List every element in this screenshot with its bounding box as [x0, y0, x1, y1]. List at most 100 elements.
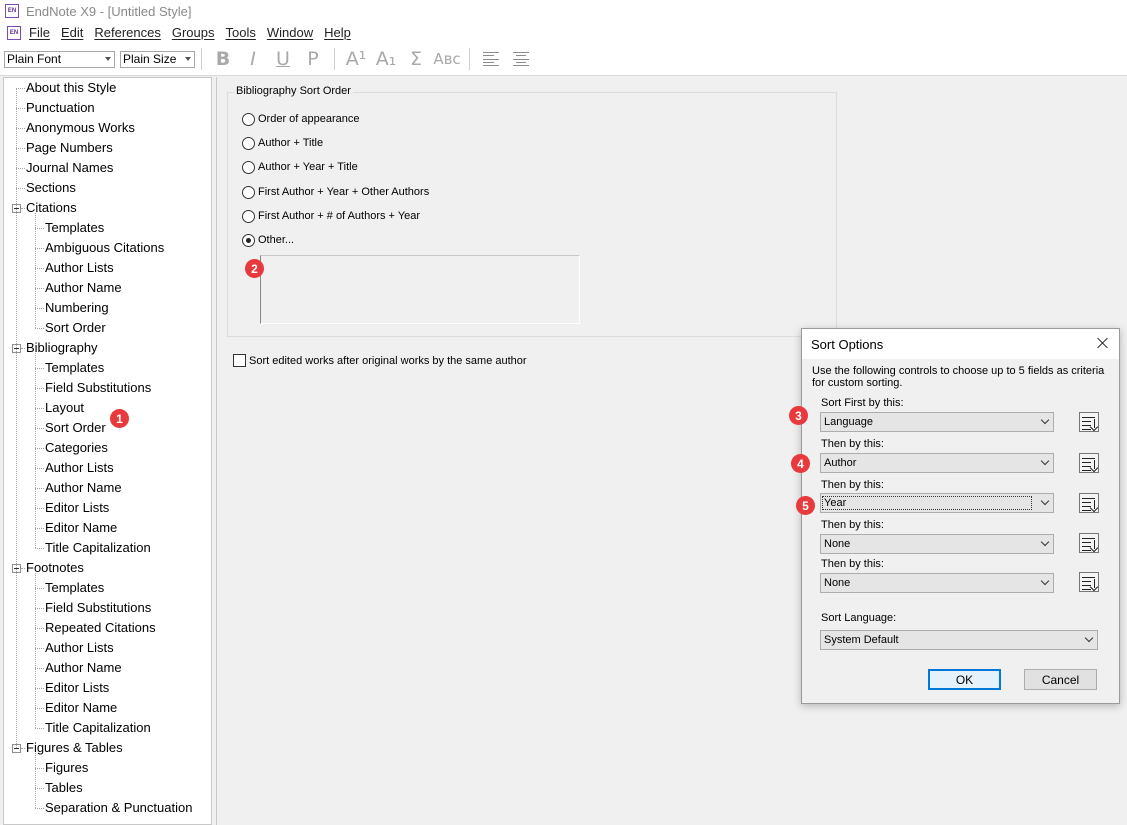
menu-help[interactable]: Help	[324, 25, 351, 40]
tree-item[interactable]: Separation & Punctuation	[45, 798, 192, 818]
radio-first-author-year-others[interactable]: First Author + Year + Other Authors	[242, 184, 429, 200]
tree-item[interactable]: Author Lists	[45, 638, 114, 658]
tree-item[interactable]: Ambiguous Citations	[45, 238, 164, 258]
tree-connector	[35, 468, 44, 469]
sort-direction-4-button[interactable]	[1079, 533, 1099, 553]
tree-item[interactable]: Editor Lists	[45, 678, 109, 698]
plain-button[interactable]: P	[298, 48, 328, 70]
menu-references[interactable]: References	[94, 25, 160, 40]
tree-item[interactable]: Editor Lists	[45, 498, 109, 518]
sort-descending-icon	[1094, 579, 1095, 588]
radio-button[interactable]	[242, 160, 255, 174]
symbol-button[interactable]: Σ	[401, 48, 431, 70]
sort-direction-1-button[interactable]	[1079, 412, 1099, 432]
tree-item[interactable]: Repeated Citations	[45, 618, 156, 638]
sort-language-select[interactable]: System Default	[820, 630, 1098, 650]
tree-item[interactable]: Author Name	[45, 658, 122, 678]
sort-edited-works-checkbox[interactable]	[233, 354, 246, 367]
tree-item[interactable]: Categories	[45, 438, 108, 458]
radio-label: Order of appearance	[258, 113, 360, 125]
italic-button[interactable]: I	[238, 48, 268, 70]
tree-item[interactable]: Field Substitutions	[45, 598, 151, 618]
menu-file[interactable]: File	[29, 25, 50, 40]
tree-item[interactable]: Editor Name	[45, 698, 117, 718]
tree-connector	[35, 428, 44, 429]
align-left-icon[interactable]	[483, 52, 499, 66]
custom-sort-fields-box[interactable]	[260, 255, 580, 324]
radio-first-author-count-year[interactable]: First Author + # of Authors + Year	[242, 208, 420, 224]
radio-button[interactable]	[242, 209, 255, 223]
tree-item[interactable]: Field Substitutions	[45, 378, 151, 398]
tree-connector	[35, 268, 44, 269]
select-value: Author	[824, 457, 857, 469]
tree-item[interactable]: Editor Name	[45, 518, 117, 538]
sort-field-5-select[interactable]: None	[820, 573, 1054, 593]
bibliography-sort-order-group: Bibliography Sort Order Order of appeara…	[227, 85, 837, 337]
radio-label: Other...	[258, 234, 295, 246]
tree-item[interactable]: Figures & Tables	[26, 738, 123, 758]
tree-item[interactable]: Author Lists	[45, 258, 114, 278]
tree-item[interactable]: Page Numbers	[26, 138, 113, 158]
menu-tools[interactable]: Tools	[225, 25, 255, 40]
ok-button[interactable]: OK	[928, 669, 1001, 690]
radio-order-of-appearance[interactable]: Order of appearance	[242, 111, 360, 127]
tree-item[interactable]: Title Capitalization	[45, 538, 151, 558]
sort-field-3-select[interactable]: Year	[820, 493, 1054, 513]
size-select[interactable]: Plain Size	[120, 50, 195, 68]
sort-edited-works-option[interactable]: Sort edited works after original works b…	[233, 354, 527, 367]
tree-item[interactable]: Author Name	[45, 278, 122, 298]
toolbar-separator	[334, 48, 335, 70]
menu-edit[interactable]: Edit	[61, 25, 83, 40]
sort-field-1-select[interactable]: Language	[820, 412, 1054, 432]
tree-item[interactable]: Tables	[45, 778, 83, 798]
chevron-down-icon	[1040, 456, 1050, 466]
tree-item[interactable]: Templates	[45, 358, 104, 378]
tree-item[interactable]: Figures	[45, 758, 88, 778]
tree-item[interactable]: Author Lists	[45, 458, 114, 478]
tree-item[interactable]: Author Name	[45, 478, 122, 498]
bold-button[interactable]: B	[208, 48, 238, 70]
sort-direction-2-button[interactable]	[1079, 453, 1099, 473]
tree-item[interactable]: Punctuation	[26, 98, 95, 118]
tree-item[interactable]: Title Capitalization	[45, 718, 151, 738]
tree-connector	[35, 688, 44, 689]
radio-button[interactable]	[242, 112, 255, 126]
tree-item[interactable]: Anonymous Works	[26, 118, 135, 138]
radio-button[interactable]	[242, 136, 255, 150]
sort-field-4-select[interactable]: None	[820, 534, 1054, 554]
tree-item[interactable]: Citations	[26, 198, 77, 218]
superscript-button[interactable]: A¹	[341, 48, 371, 70]
align-center-icon[interactable]	[513, 52, 529, 66]
tree-item[interactable]: Journal Names	[26, 158, 113, 178]
tree-item[interactable]: Templates	[45, 218, 104, 238]
style-sections-tree[interactable]: About this Style Punctuation Anonymous Wor…	[3, 77, 212, 825]
radio-author-year-title[interactable]: Author + Year + Title	[242, 159, 358, 175]
tree-item[interactable]: About this Style	[26, 78, 116, 98]
chevron-down-icon	[1040, 576, 1050, 586]
subscript-button[interactable]: A₁	[371, 48, 401, 70]
tree-item[interactable]: Sort Order	[45, 418, 106, 438]
tree-item[interactable]: Layout	[45, 398, 84, 418]
font-select[interactable]: Plain Font	[4, 50, 115, 68]
sort-direction-3-button[interactable]	[1079, 493, 1099, 513]
tree-item[interactable]: Sections	[26, 178, 76, 198]
radio-button[interactable]	[242, 185, 255, 199]
underline-button[interactable]: U	[268, 48, 298, 70]
small-caps-button[interactable]: Aʙᴄ	[431, 50, 463, 68]
sort-field-1-label: Sort First by this:	[821, 397, 904, 409]
radio-other[interactable]: Other...	[242, 232, 294, 248]
radio-button-selected[interactable]	[242, 233, 255, 247]
tree-item[interactable]: Numbering	[45, 298, 109, 318]
radio-author-title[interactable]: Author + Title	[242, 135, 323, 151]
menu-window[interactable]: Window	[267, 25, 313, 40]
close-icon[interactable]	[1095, 335, 1111, 351]
menu-groups[interactable]: Groups	[172, 25, 215, 40]
sort-field-2-select[interactable]: Author	[820, 453, 1054, 473]
sort-direction-5-button[interactable]	[1079, 572, 1099, 592]
document-menu-icon[interactable]: EN	[7, 25, 21, 40]
tree-item[interactable]: Bibliography	[26, 338, 98, 358]
tree-item[interactable]: Sort Order	[45, 318, 106, 338]
cancel-button[interactable]: Cancel	[1024, 669, 1097, 690]
tree-connector	[35, 288, 44, 289]
tree-item[interactable]: Templates	[45, 578, 104, 598]
